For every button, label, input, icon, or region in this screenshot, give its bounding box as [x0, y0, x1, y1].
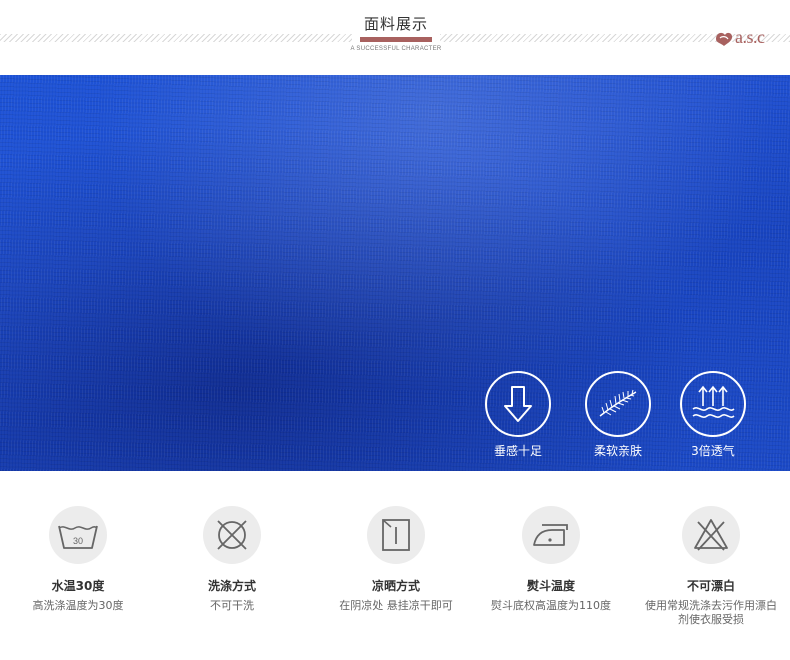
feature-label: 垂感十足: [493, 444, 542, 458]
feature-circle: [680, 371, 746, 437]
care-ironing: 熨斗温度 熨斗底权高温度为110度: [481, 506, 621, 613]
feature-label: 柔软亲肤: [593, 444, 642, 458]
care-icon-circle: [367, 506, 425, 564]
title-underline: [360, 37, 432, 42]
care-icon-circle: [522, 506, 580, 564]
header: 面料展示 A SUCCESSFUL CHARACTER a.s.c: [0, 0, 790, 75]
care-desc: 不可干洗: [210, 599, 254, 612]
breathable-waves-icon: [692, 385, 735, 418]
care-title: 洗涤方式: [207, 579, 256, 593]
care-wash-method: 洗涤方式 不可干洗: [162, 506, 302, 613]
logo-mark-icon: [716, 32, 733, 46]
care-title: 水温30度: [51, 579, 105, 593]
feather-icon: [599, 389, 637, 417]
wash-30-icon: 30: [58, 525, 98, 549]
wash-temp-text: 30: [73, 536, 83, 546]
feature-breathable: 3倍透气: [673, 371, 753, 459]
brand-logo: a.s.c: [713, 26, 783, 50]
care-desc: 高洗涤温度为30度: [32, 599, 124, 612]
logo-text: a.s.c: [735, 27, 765, 47]
care-drying: 凉晒方式 在阴凉处 悬挂凉干即可: [326, 506, 466, 613]
care-icon-circle: [682, 506, 740, 564]
no-dry-clean-icon: [217, 520, 247, 550]
care-icon-circle: 30: [49, 506, 107, 564]
care-no-bleach: 不可漂白 使用常规洗涤去污作用漂白剂使衣服受损: [641, 506, 781, 627]
feature-circle: [485, 371, 551, 437]
iron-icon: [533, 524, 568, 546]
page-subtitle: A SUCCESSFUL CHARACTER: [350, 46, 442, 52]
feature-label: 3倍透气: [691, 444, 735, 458]
care-desc: 在阴凉处 悬挂凉干即可: [339, 599, 453, 612]
care-desc: 熨斗底权高温度为110度: [491, 599, 611, 612]
no-bleach-icon: [694, 519, 728, 551]
feature-circle: [585, 371, 651, 437]
header-hatch-left: [0, 34, 352, 42]
care-wash-temp: 30 水温30度 高洗涤温度为30度: [8, 506, 148, 613]
care-title: 不可漂白: [686, 579, 735, 593]
down-arrow-icon: [504, 386, 532, 422]
line-dry-shade-icon: [382, 519, 410, 551]
feature-drape: 垂感十足: [478, 371, 558, 459]
page-title: 面料展示: [363, 15, 428, 33]
fabric-photo: 垂感十足 柔软亲肤 3倍透气: [0, 75, 790, 471]
care-desc: 使用常规洗涤去污作用漂白剂使衣服受损: [645, 599, 777, 626]
care-icon-circle: [203, 506, 261, 564]
care-title: 凉晒方式: [371, 579, 420, 593]
care-title: 熨斗温度: [526, 579, 575, 593]
feature-soft: 柔软亲肤: [578, 371, 658, 459]
